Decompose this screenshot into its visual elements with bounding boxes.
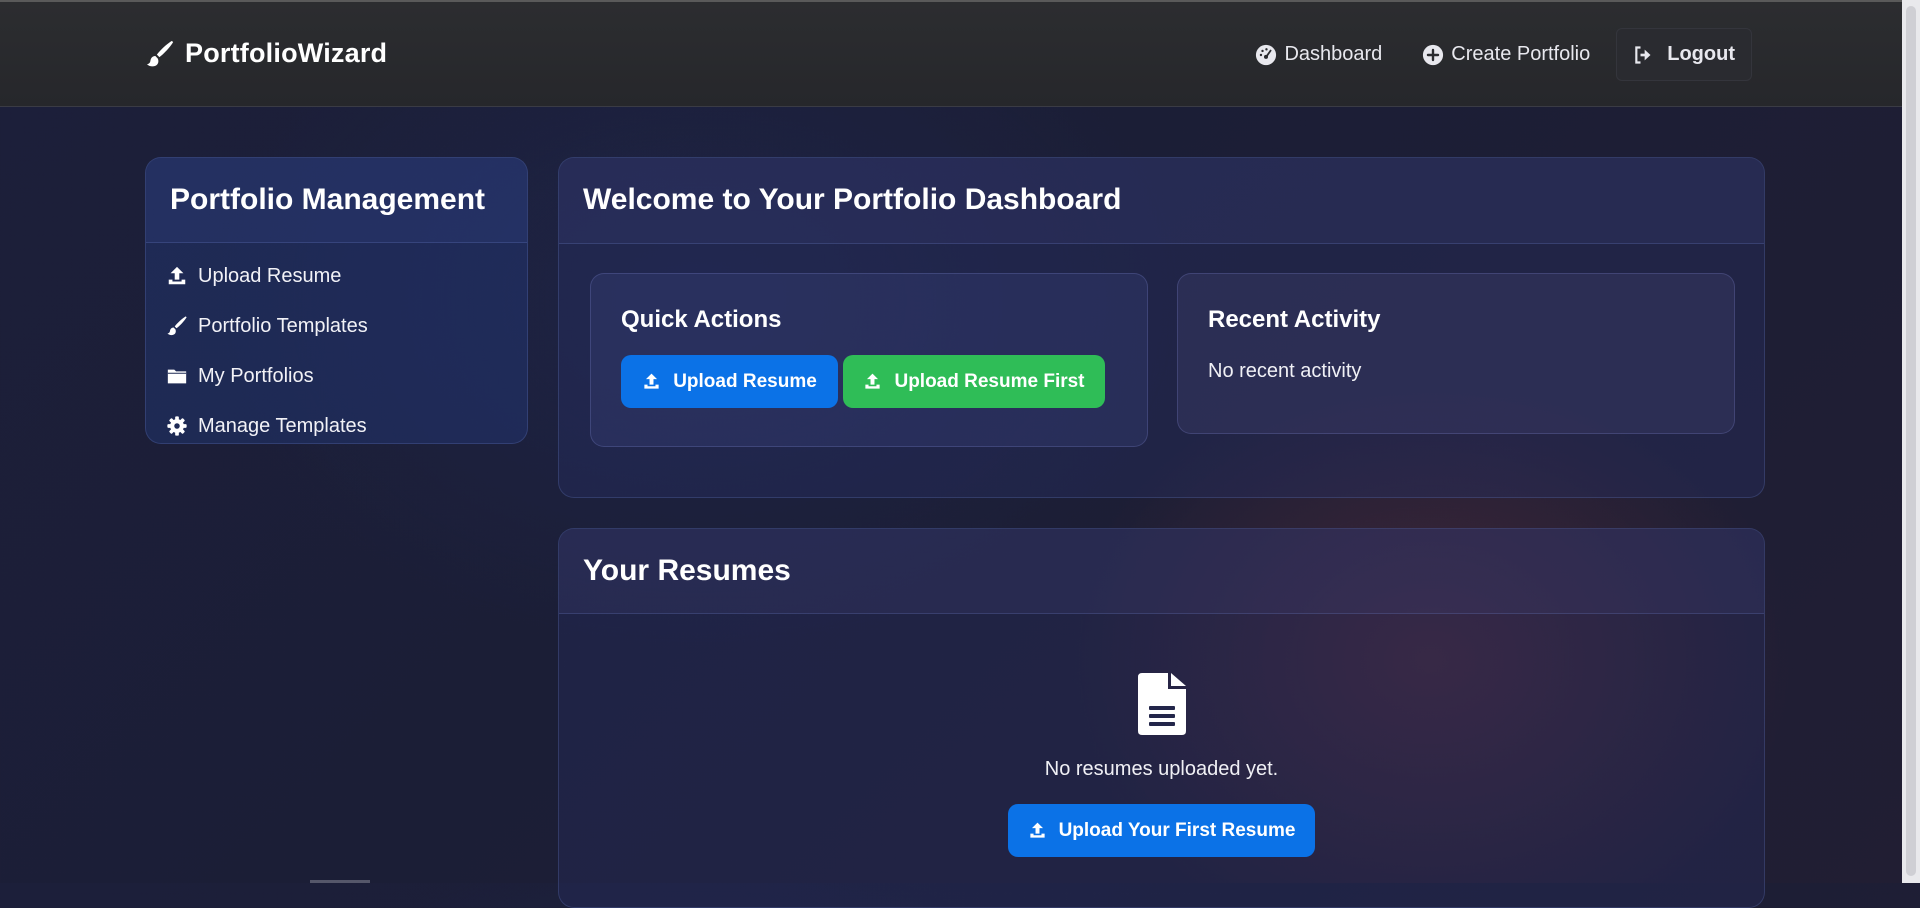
- sidebar-item-portfolio-templates[interactable]: Portfolio Templates: [146, 301, 527, 351]
- sidebar-item-label: Upload Resume: [198, 264, 342, 287]
- nav-links: Dashboard Create Portfolio Logout: [1215, 28, 1752, 81]
- file-document-icon: [1138, 673, 1186, 735]
- nav-create-portfolio-label: Create Portfolio: [1451, 43, 1591, 65]
- gear-icon: [167, 416, 187, 436]
- upload-resume-first-button[interactable]: Upload Resume First: [843, 355, 1105, 408]
- sign-out-icon: [1635, 45, 1651, 64]
- sidebar-header: Portfolio Management: [146, 158, 527, 243]
- recent-activity-panel: Recent Activity No recent activity: [1177, 273, 1735, 434]
- upload-icon: [644, 373, 659, 389]
- paintbrush-icon: [167, 316, 187, 336]
- sidebar-item-label: Portfolio Templates: [198, 314, 368, 337]
- portfolio-management-sidebar: Portfolio Management Upload Resume Portf…: [145, 157, 528, 444]
- resumes-header: Your Resumes: [559, 529, 1764, 614]
- resumes-title: Your Resumes: [583, 554, 791, 587]
- welcome-title: Welcome to Your Portfolio Dashboard: [583, 183, 1122, 216]
- sidebar-item-label: Manage Templates: [198, 414, 367, 437]
- upload-icon: [168, 266, 186, 285]
- sidebar-item-my-portfolios[interactable]: My Portfolios: [146, 351, 527, 401]
- upload-resume-first-label: Upload Resume First: [894, 370, 1085, 392]
- sidebar-item-label: My Portfolios: [198, 364, 314, 387]
- sidebar-menu: Upload Resume Portfolio Templates My Por…: [146, 243, 527, 443]
- brand-name: PortfolioWizard: [185, 38, 388, 68]
- logout-label: Logout: [1667, 43, 1735, 65]
- nav-dashboard-link[interactable]: Dashboard: [1255, 33, 1382, 76]
- paintbrush-icon: [147, 40, 174, 66]
- page-scrollbar[interactable]: [1902, 0, 1920, 883]
- upload-icon: [1029, 822, 1045, 838]
- your-resumes-card: Your Resumes No resumes uploaded yet. Up…: [558, 528, 1765, 908]
- upload-first-resume-button[interactable]: Upload Your First Resume: [1008, 804, 1315, 857]
- folder-icon: [167, 369, 187, 384]
- sidebar-title: Portfolio Management: [170, 183, 486, 216]
- nav-create-portfolio-link[interactable]: Create Portfolio: [1422, 33, 1590, 76]
- no-resumes-text: No resumes uploaded yet.: [1044, 758, 1279, 780]
- plus-circle-icon: [1423, 44, 1444, 65]
- recent-activity-title: Recent Activity: [1208, 306, 1381, 333]
- nav-dashboard-label: Dashboard: [1284, 43, 1383, 65]
- logout-button[interactable]: Logout: [1616, 28, 1752, 81]
- sidebar-item-manage-templates[interactable]: Manage Templates: [146, 401, 527, 443]
- upload-resume-button[interactable]: Upload Resume: [621, 355, 838, 408]
- upload-icon: [865, 373, 881, 389]
- brand-logo[interactable]: PortfolioWizard: [145, 38, 387, 69]
- quick-actions-title: Quick Actions: [621, 306, 782, 333]
- scrollbar-thumb[interactable]: [1906, 6, 1916, 876]
- dashboard-gauge-icon: [1256, 44, 1277, 65]
- top-navbar: PortfolioWizard Dashboard Create Portfol…: [0, 2, 1902, 107]
- welcome-header: Welcome to Your Portfolio Dashboard: [559, 158, 1764, 244]
- sidebar-item-upload-resume[interactable]: Upload Resume: [146, 251, 527, 301]
- upload-first-resume-label: Upload Your First Resume: [1058, 819, 1296, 841]
- welcome-dashboard-card: Welcome to Your Portfolio Dashboard Quic…: [558, 157, 1765, 498]
- recent-activity-empty-text: No recent activity: [1208, 360, 1362, 382]
- quick-actions-panel: Quick Actions Upload Resume Upload Resum…: [590, 273, 1148, 447]
- upload-resume-label: Upload Resume: [673, 370, 817, 392]
